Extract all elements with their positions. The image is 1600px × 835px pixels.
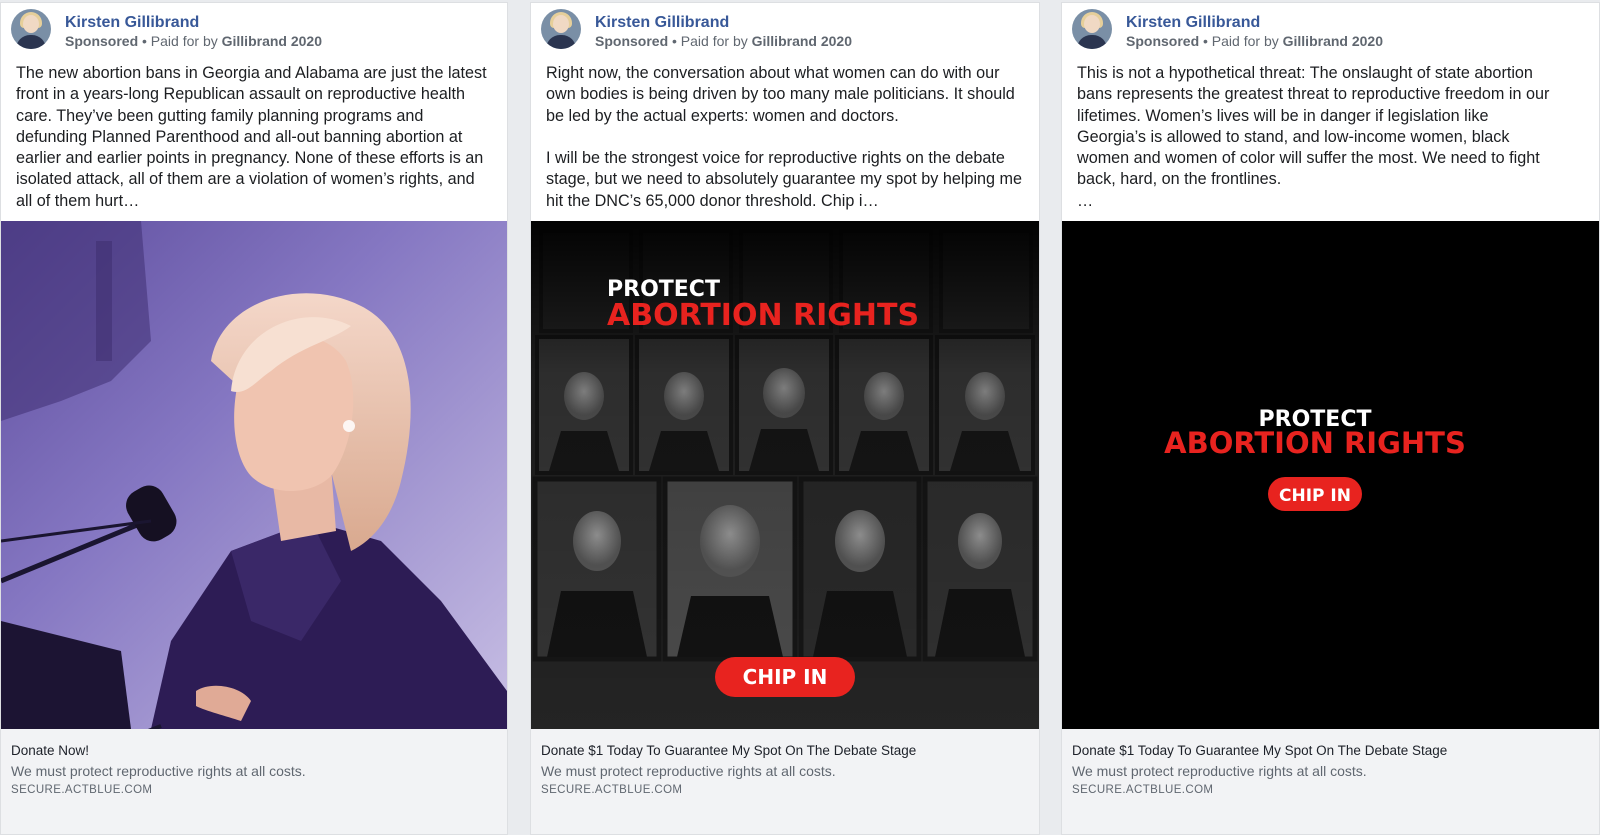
paid-for-prefix: • Paid for by bbox=[1203, 33, 1279, 49]
ad-image-black-graphic[interactable]: PROTECT ABORTION RIGHTS CHIP IN bbox=[1062, 221, 1599, 729]
link-headline[interactable]: Donate Now! bbox=[11, 743, 89, 758]
paid-for-by[interactable]: Gillibrand 2020 bbox=[752, 33, 852, 49]
ad-card-2: Kirsten Gillibrand Sponsored • Paid for … bbox=[530, 2, 1040, 835]
link-headline[interactable]: Donate $1 Today To Guarantee My Spot On … bbox=[541, 743, 916, 758]
chip-in-label: CHIP IN bbox=[1279, 486, 1351, 506]
graphic-line2: ABORTION RIGHTS bbox=[607, 298, 919, 333]
advertiser-name-link[interactable]: Kirsten Gillibrand bbox=[65, 14, 199, 32]
sponsored-label: Sponsored bbox=[1126, 33, 1200, 49]
chip-in-button[interactable]: CHIP IN bbox=[1268, 477, 1362, 511]
link-description: We must protect reproductive rights at a… bbox=[1072, 763, 1367, 779]
sponsored-line: Sponsored • Paid for by Gillibrand 2020 bbox=[1126, 33, 1383, 49]
paid-for-by[interactable]: Gillibrand 2020 bbox=[1283, 33, 1383, 49]
ad-body-text: The new abortion bans in Georgia and Ala… bbox=[16, 64, 487, 210]
link-description: We must protect reproductive rights at a… bbox=[11, 763, 306, 779]
ad-link-footer[interactable]: Donate $1 Today To Guarantee My Spot On … bbox=[531, 729, 1039, 834]
portrait-wall-graphic: PROTECT ABORTION RIGHTS CHIP IN bbox=[531, 221, 1039, 729]
ad-image-portrait-wall[interactable]: PROTECT ABORTION RIGHTS CHIP IN bbox=[531, 221, 1039, 729]
link-domain: SECURE.ACTBLUE.COM bbox=[1072, 784, 1214, 796]
ad-body-text: Right now, the conversation about what w… bbox=[546, 64, 1023, 210]
ad-card-3: Kirsten Gillibrand Sponsored • Paid for … bbox=[1061, 2, 1600, 835]
ad-image-speaker-photo[interactable] bbox=[1, 221, 507, 729]
link-headline[interactable]: Donate $1 Today To Guarantee My Spot On … bbox=[1072, 743, 1447, 758]
graphic-line2: ABORTION RIGHTS bbox=[1164, 426, 1466, 460]
ad-link-footer[interactable]: Donate Now! We must protect reproductive… bbox=[1, 729, 507, 834]
avatar[interactable] bbox=[1072, 9, 1112, 49]
chip-in-label: CHIP IN bbox=[743, 665, 828, 689]
advertiser-name-link[interactable]: Kirsten Gillibrand bbox=[595, 14, 729, 32]
sponsored-label: Sponsored bbox=[65, 33, 139, 49]
link-domain: SECURE.ACTBLUE.COM bbox=[541, 784, 683, 796]
paid-for-by[interactable]: Gillibrand 2020 bbox=[222, 33, 322, 49]
ad-header: Kirsten Gillibrand Sponsored • Paid for … bbox=[11, 9, 491, 53]
sponsored-label: Sponsored bbox=[595, 33, 669, 49]
link-description: We must protect reproductive rights at a… bbox=[541, 763, 836, 779]
link-domain: SECURE.ACTBLUE.COM bbox=[11, 784, 153, 796]
ad-card-1: Kirsten Gillibrand Sponsored • Paid for … bbox=[0, 2, 508, 835]
sponsored-line: Sponsored • Paid for by Gillibrand 2020 bbox=[65, 33, 322, 49]
ad-body-text: This is not a hypothetical threat: The o… bbox=[1077, 64, 1550, 210]
avatar[interactable] bbox=[541, 9, 581, 49]
paid-for-prefix: • Paid for by bbox=[672, 33, 748, 49]
speaker-photo bbox=[1, 221, 507, 729]
ad-header: Kirsten Gillibrand Sponsored • Paid for … bbox=[541, 9, 1021, 53]
black-graphic: PROTECT ABORTION RIGHTS CHIP IN bbox=[1062, 221, 1599, 729]
ad-link-footer[interactable]: Donate $1 Today To Guarantee My Spot On … bbox=[1062, 729, 1599, 834]
sponsored-line: Sponsored • Paid for by Gillibrand 2020 bbox=[595, 33, 852, 49]
paid-for-prefix: • Paid for by bbox=[142, 33, 218, 49]
advertiser-name-link[interactable]: Kirsten Gillibrand bbox=[1126, 14, 1260, 32]
avatar[interactable] bbox=[11, 9, 51, 49]
ad-header: Kirsten Gillibrand Sponsored • Paid for … bbox=[1072, 9, 1552, 53]
chip-in-button[interactable]: CHIP IN bbox=[715, 657, 855, 697]
